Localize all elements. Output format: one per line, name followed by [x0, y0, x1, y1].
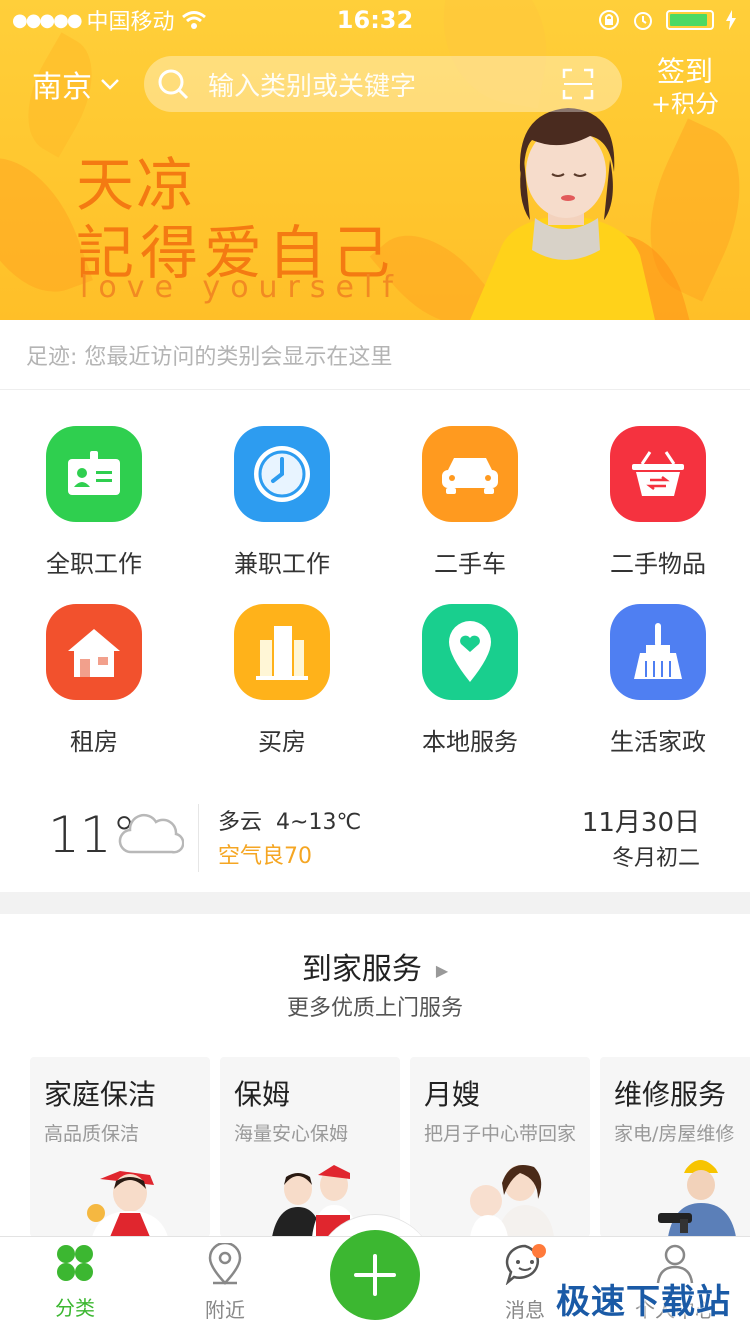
weather-widget[interactable]: 11° 多云 4~13℃ 空气良70 11月30日 冬月初二 [0, 790, 750, 890]
clover-icon [57, 1245, 93, 1281]
search-input[interactable]: 输入类别或关键字 [208, 66, 416, 103]
broom-icon [610, 604, 706, 700]
clock-icon [234, 426, 330, 522]
card-subtitle: 海量安心保姆 [234, 1123, 349, 1145]
service-card-nanny[interactable]: 保姆 海量安心保姆 [220, 1057, 400, 1237]
category-local-service[interactable]: 本地服务 [376, 604, 564, 757]
air-quality: 空气良70 [218, 844, 312, 869]
status-bar: ●●●●● 中国移动 16:32 [0, 0, 750, 40]
building-icon [234, 604, 330, 700]
footprint-bar: 足迹: 您最近访问的类别会显示在这里 [0, 320, 750, 390]
banner-slogan-line3: love yourself [80, 270, 403, 305]
card-subtitle: 把月子中心带回家 [424, 1123, 577, 1145]
section-title: 到家服务 [301, 952, 422, 987]
category-label: 生活家政 [610, 728, 706, 756]
section-gap [0, 892, 750, 914]
divider [198, 804, 199, 872]
status-right [598, 9, 736, 31]
scan-icon[interactable] [562, 68, 594, 100]
category-label: 兼职工作 [234, 550, 330, 578]
car-icon [422, 426, 518, 522]
chevron-down-icon [101, 79, 119, 90]
header: 南京 输入类别或关键字 签到 +积分 [0, 54, 750, 118]
basket-icon [610, 426, 706, 522]
category-rent[interactable]: 租房 [0, 604, 188, 757]
alarm-icon [634, 12, 652, 30]
city-label: 南京 [32, 70, 92, 105]
rotation-lock-icon [599, 10, 619, 30]
service-cards: 家庭保洁 高品质保洁 保姆 海量安心保姆 月嫂 把月子中心带回家 维修服务 家电… [30, 1057, 750, 1237]
service-card-cleaning[interactable]: 家庭保洁 高品质保洁 [30, 1057, 210, 1237]
tab-label: 附近 [205, 1298, 245, 1322]
home-service-header[interactable]: 到家服务 ▶ [0, 944, 750, 988]
card-title: 家庭保洁 [44, 1078, 157, 1111]
location-pin-icon [208, 1241, 242, 1285]
banner[interactable]: ●●●●● 中国移动 16:32 南京 输入类别或关键字 签到 +积分 天凉 記… [0, 0, 750, 320]
category-second-hand[interactable]: 二手物品 [564, 426, 750, 579]
category-label: 全职工作 [46, 550, 142, 578]
cleaner-image [87, 1171, 168, 1237]
condition-text: 多云 [218, 810, 263, 835]
cloud-icon [118, 813, 184, 854]
house-icon [46, 604, 142, 700]
mother-baby-image [470, 1165, 554, 1237]
category-fulltime-job[interactable]: 全职工作 [0, 426, 188, 579]
notification-badge [532, 1244, 546, 1258]
weather-condition: 多云 4~13℃ [218, 804, 361, 836]
charging-icon [726, 10, 736, 30]
repairman-image [658, 1160, 736, 1237]
category-housekeeping[interactable]: 生活家政 [564, 604, 750, 757]
date: 11月30日 [581, 808, 700, 838]
category-used-car[interactable]: 二手车 [376, 426, 564, 579]
signin-button[interactable]: 签到 +积分 [650, 54, 720, 119]
category-label: 本地服务 [422, 728, 518, 756]
lunar-date: 冬月初二 [611, 846, 700, 871]
banner-model-image [470, 108, 655, 320]
battery-icon [666, 10, 714, 30]
footprint-text: 足迹: 您最近访问的类别会显示在这里 [26, 344, 393, 370]
category-label: 买房 [258, 728, 306, 756]
card-subtitle: 家电/房屋维修 [614, 1123, 735, 1145]
section-subtitle: 更多优质上门服务 [286, 996, 463, 1021]
search-icon [158, 69, 189, 100]
city-selector[interactable]: 南京 [32, 62, 120, 106]
search-bar[interactable]: 输入类别或关键字 [144, 56, 622, 112]
category-label: 二手车 [434, 550, 506, 578]
watermark-text: 极速下载站 [556, 1282, 731, 1322]
chevron-right-icon: ▶ [435, 961, 449, 980]
tab-label: 分类 [55, 1296, 95, 1320]
tab-category[interactable]: 分类 [0, 1243, 150, 1321]
card-subtitle: 高品质保洁 [44, 1123, 140, 1145]
service-card-maternity[interactable]: 月嫂 把月子中心带回家 [410, 1057, 590, 1237]
category-label: 二手物品 [610, 550, 706, 578]
category-parttime-job[interactable]: 兼职工作 [188, 426, 376, 579]
category-buy-house[interactable]: 买房 [188, 604, 376, 757]
signin-label: 签到 [656, 55, 713, 88]
signin-points-label: +积分 [650, 90, 720, 118]
category-label: 租房 [70, 728, 118, 756]
service-card-repair[interactable]: 维修服务 家电/房屋维修 [600, 1057, 750, 1237]
card-title: 保姆 [234, 1078, 291, 1111]
location-heart-icon [422, 604, 518, 700]
temperature-range: 4~13℃ [276, 810, 362, 835]
card-title: 月嫂 [424, 1078, 481, 1111]
plus-icon [354, 1254, 396, 1296]
id-card-icon [46, 426, 142, 522]
tab-nearby[interactable]: 附近 [150, 1241, 300, 1323]
publish-button[interactable] [330, 1230, 420, 1320]
card-title: 维修服务 [614, 1078, 727, 1111]
